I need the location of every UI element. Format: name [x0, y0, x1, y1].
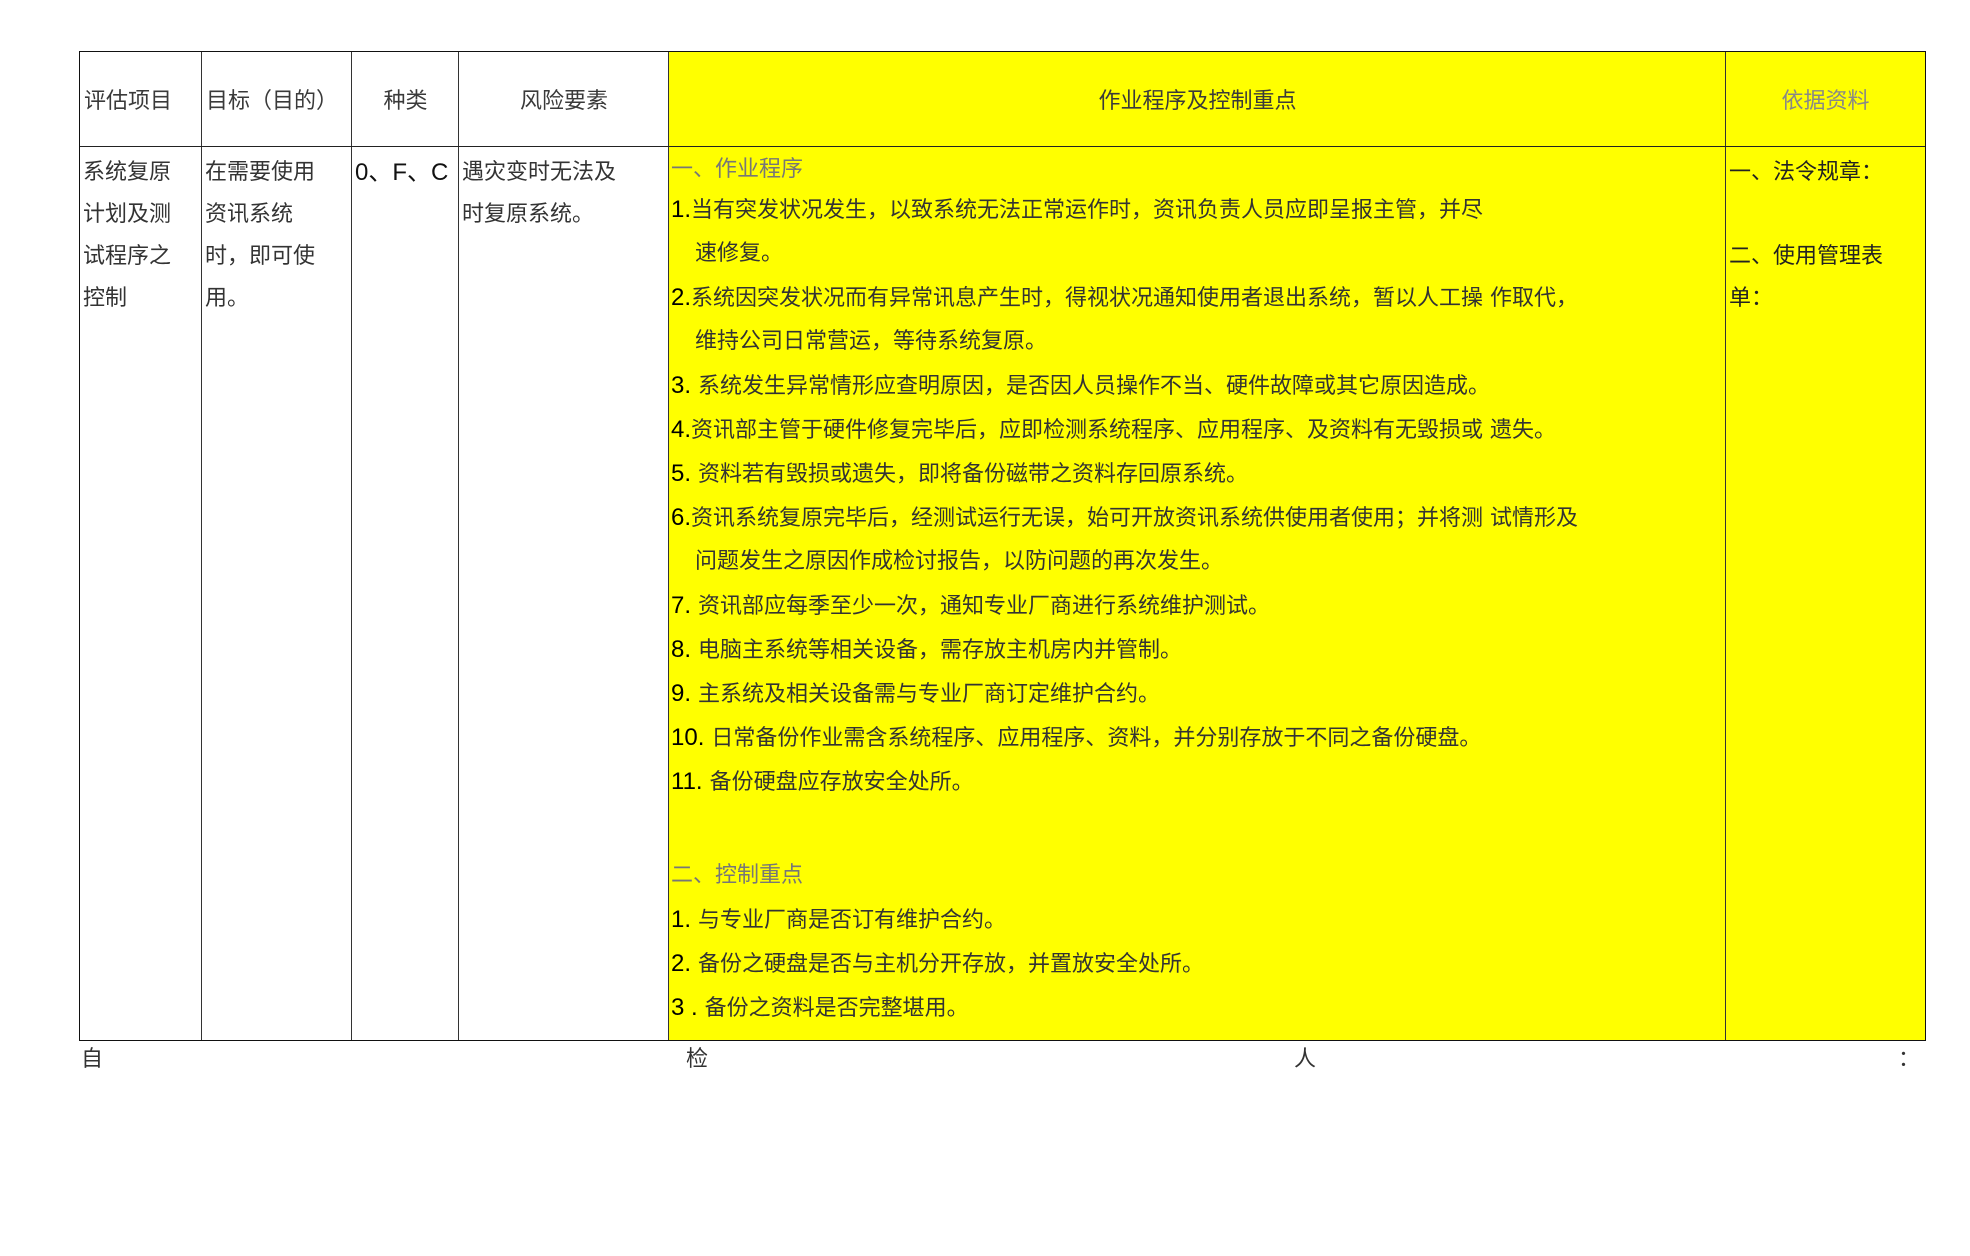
procedure-step: 6.资讯系统复原完毕后，经测试运行无误，始可开放资讯系统供使用者使用；并将测 试… — [671, 496, 1727, 540]
step-text: 系统发生异常情形应查明原因，是否因人员操作不当、硬件故障或其它原因造成。 — [691, 374, 1491, 399]
procedure-step: 4.资讯部主管于硬件修复完毕后，应即检测系统程序、应用程序、及资料有无毁损或 遗… — [671, 408, 1727, 452]
procedure-step: 2.系统因突发状况而有异常讯息产生时，得视状况通知使用者退出系统，暂以人工操 作… — [671, 276, 1727, 320]
footer-colon: ： — [1898, 1047, 1921, 1072]
procedure-step: 10. 日常备份作业需含系统程序、应用程序、资料，并分别存放于不同之备份硬盘。 — [671, 716, 1727, 760]
cell-objective-line: 用。 — [205, 286, 250, 311]
header-divider — [80, 146, 1925, 147]
step-text: 资讯部主管于硬件修复完毕后，应即检测系统程序、应用程序、及资料有无毁损或 遗失。 — [691, 418, 1557, 443]
control-point: 2. 备份之硬盘是否与主机分开存放，并置放安全处所。 — [671, 942, 1727, 986]
step-number: 11. — [671, 768, 703, 795]
header-procedure: 作业程序及控制重点 — [1098, 89, 1297, 114]
procedure-step: 3. 系统发生异常情形应查明原因，是否因人员操作不当、硬件故障或其它原因造成。 — [671, 364, 1727, 408]
procedure-step: 8. 电脑主系统等相关设备，需存放主机房内并管制。 — [671, 628, 1727, 672]
control-number: 3 . — [671, 994, 698, 1021]
risk-assessment-table: 评估项目 目标（目的） 种类 风险要素 作业程序及控制重点 依据资料 系统复原 … — [79, 51, 1926, 1041]
step-text: 速修复。 — [695, 241, 784, 266]
step-text: 日常备份作业需含系统程序、应用程序、资料，并分别存放于不同之备份硬盘。 — [704, 726, 1482, 751]
footer-person: 人 — [1294, 1047, 1317, 1072]
step-number: 7. — [671, 592, 692, 619]
column-category — [352, 52, 459, 1040]
step-text: 资讯系统复原完毕后，经测试运行无误，始可开放资讯系统供使用者使用；并将测 试情形… — [691, 506, 1579, 531]
control-point: 1. 与专业厂商是否订有维护合约。 — [671, 898, 1727, 942]
reference-forms: 二、使用管理表 — [1729, 244, 1884, 269]
step-number: 1. — [671, 196, 692, 223]
control-number: 1. — [671, 906, 692, 933]
cell-item-line: 系统复原 — [83, 160, 172, 185]
header-item: 评估项目 — [84, 89, 173, 114]
procedure-step: 11. 备份硬盘应存放安全处所。 — [671, 760, 1727, 804]
footer-check: 检 — [686, 1047, 709, 1072]
step-number: 4. — [671, 416, 692, 443]
cell-item-line: 试程序之 — [83, 244, 172, 269]
cell-item: 系统复原 计划及测 试程序之 控制 — [80, 152, 202, 320]
reference-forms-cont: 单： — [1729, 286, 1774, 311]
step-text: 系统因突发状况而有异常讯息产生时，得视状况通知使用者退出系统，暂以人工操 作取代… — [691, 286, 1579, 311]
cell-item-line: 控制 — [83, 286, 128, 311]
procedure-step: 9. 主系统及相关设备需与专业厂商订定维护合约。 — [671, 672, 1727, 716]
step-number: 10. — [671, 724, 705, 751]
step-number: 8. — [671, 636, 692, 663]
section-title-control: 二、控制重点 — [671, 863, 804, 888]
step-text: 资讯部应每季至少一次，通知专业厂商进行系统维护测试。 — [691, 594, 1271, 619]
control-text: 备份之资料是否完整堪用。 — [697, 996, 969, 1021]
cell-procedure: 一、作业程序 1.当有突发状况发生，以致系统无法正常运作时，资讯负责人员应即呈报… — [671, 152, 1727, 1030]
section-title-procedure: 一、作业程序 — [671, 157, 804, 182]
procedure-step: 速修复。 — [671, 232, 1727, 276]
header-objective: 目标（目的） — [206, 89, 339, 114]
cell-objective-line: 在需要使用 — [205, 160, 316, 185]
step-number: 2. — [671, 284, 692, 311]
procedure-step: 问题发生之原因作成检讨报告，以防问题的再次发生。 — [671, 540, 1727, 584]
control-point: 3 . 备份之资料是否完整堪用。 — [671, 986, 1727, 1030]
cell-item-line: 计划及测 — [83, 202, 172, 227]
control-points: 1. 与专业厂商是否订有维护合约。 2. 备份之硬盘是否与主机分开存放，并置放安全… — [671, 898, 1727, 1030]
step-number: 6. — [671, 504, 692, 531]
cell-objective-line: 资讯系统 — [205, 202, 294, 227]
control-text: 与专业厂商是否订有维护合约。 — [691, 908, 1007, 933]
cell-risk-line: 时复原系统。 — [462, 202, 595, 227]
cell-reference: 一、法令规章： 二、使用管理表 单： — [1726, 152, 1925, 320]
header-risk: 风险要素 — [519, 89, 608, 114]
step-text: 当有突发状况发生，以致系统无法正常运作时，资讯负责人员应即呈报主管，并尽 — [691, 198, 1484, 223]
step-text: 维持公司日常营运，等待系统复原。 — [695, 329, 1048, 354]
step-text: 问题发生之原因作成检讨报告，以防问题的再次发生。 — [695, 549, 1224, 574]
header-category: 种类 — [383, 89, 428, 114]
cell-category: 0、F、C — [355, 159, 449, 186]
procedure-step: 1.当有突发状况发生，以致系统无法正常运作时，资讯负责人员应即呈报主管，并尽 — [671, 188, 1727, 232]
control-number: 2. — [671, 950, 692, 977]
step-number: 5. — [671, 460, 692, 487]
reference-laws: 一、法令规章： — [1729, 160, 1884, 185]
procedure-step: 7. 资讯部应每季至少一次，通知专业厂商进行系统维护测试。 — [671, 584, 1727, 628]
procedure-step: 维持公司日常营运，等待系统复原。 — [671, 320, 1727, 364]
step-text: 备份硬盘应存放安全处所。 — [702, 770, 974, 795]
step-text: 资料若有毁损或遗失，即将备份磁带之资料存回原系统。 — [691, 462, 1249, 487]
step-text: 主系统及相关设备需与专业厂商订定维护合约。 — [691, 682, 1161, 707]
step-number: 3. — [671, 372, 692, 399]
procedure-step: 5. 资料若有毁损或遗失，即将备份磁带之资料存回原系统。 — [671, 452, 1727, 496]
cell-objective: 在需要使用 资讯系统 时，即可使 用。 — [202, 152, 352, 320]
cell-objective-line: 时，即可使 — [205, 244, 316, 269]
header-reference: 依据资料 — [1781, 89, 1870, 114]
step-number: 9. — [671, 680, 692, 707]
procedure-steps: 1.当有突发状况发生，以致系统无法正常运作时，资讯负责人员应即呈报主管，并尽速修… — [671, 188, 1727, 804]
cell-risk-line: 遇灾变时无法及 — [462, 160, 617, 185]
cell-risk: 遇灾变时无法及 时复原系统。 — [459, 152, 669, 236]
step-text: 电脑主系统等相关设备，需存放主机房内并管制。 — [691, 638, 1183, 663]
control-text: 备份之硬盘是否与主机分开存放，并置放安全处所。 — [691, 952, 1205, 977]
footer-self: 自 — [81, 1047, 104, 1072]
